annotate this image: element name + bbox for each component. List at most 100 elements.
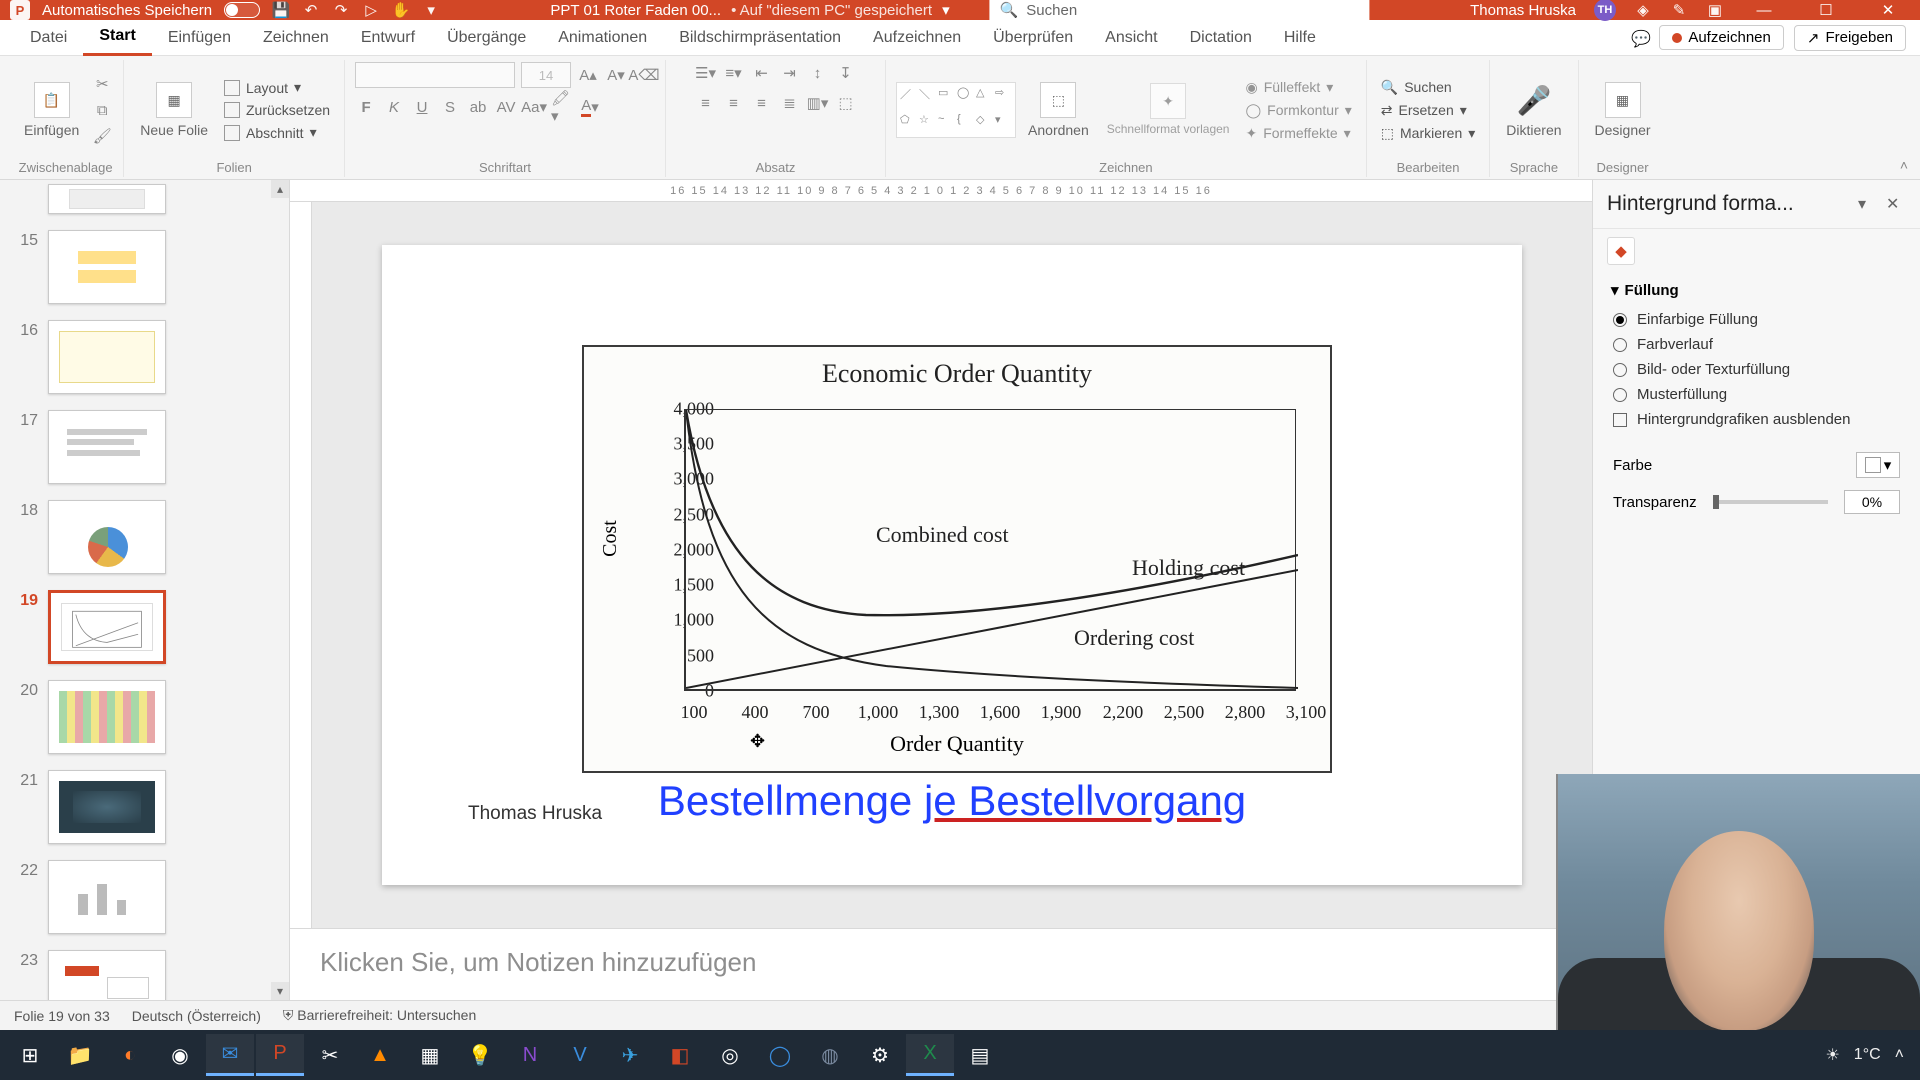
taskbar-settings[interactable]: ⚙	[856, 1034, 904, 1076]
thumb-23[interactable]	[48, 950, 166, 1000]
justify-icon[interactable]: ≣	[779, 92, 801, 114]
touch-mode-icon[interactable]: ✋	[392, 1, 410, 19]
tab-aufzeichnen[interactable]: Aufzeichnen	[857, 20, 977, 56]
taskbar-snip[interactable]: ✂	[306, 1034, 354, 1076]
tab-entwurf[interactable]: Entwurf	[345, 20, 431, 56]
tab-zeichnen[interactable]: Zeichnen	[247, 20, 345, 56]
bullets-icon[interactable]: ☰▾	[695, 62, 717, 84]
reset-button[interactable]: Zurücksetzen	[220, 101, 334, 119]
numbering-icon[interactable]: ≡▾	[723, 62, 745, 84]
filename-dropdown-icon[interactable]: ▾	[942, 1, 950, 19]
window-icon[interactable]: ▣	[1706, 1, 1724, 19]
paste-button[interactable]: 📋Einfügen	[18, 80, 85, 140]
underline-button[interactable]: U	[411, 96, 433, 118]
tab-ueberpruefen[interactable]: Überprüfen	[977, 20, 1089, 56]
highlight-icon[interactable]: 🖍▾	[551, 96, 573, 118]
taskbar-explorer[interactable]: 📁	[56, 1034, 104, 1076]
thumb-16[interactable]	[48, 320, 166, 394]
taskbar-excel[interactable]: X	[906, 1034, 954, 1076]
opt-pattern[interactable]: Musterfüllung	[1611, 382, 1902, 407]
filename[interactable]: PPT 01 Roter Faden 00...	[550, 2, 721, 19]
qat-more-icon[interactable]: ▾	[422, 1, 440, 19]
cut-icon[interactable]: ✂	[91, 73, 113, 95]
taskbar-chrome[interactable]: ◉	[156, 1034, 204, 1076]
dictate-button[interactable]: 🎤Diktieren	[1500, 80, 1567, 140]
align-left-icon[interactable]: ≡	[695, 92, 717, 114]
minimize-button[interactable]: —	[1742, 2, 1786, 19]
thumb-scroll-up[interactable]: ▴	[271, 180, 289, 198]
find-button[interactable]: 🔍Suchen	[1377, 78, 1480, 97]
select-button[interactable]: ⬚Markieren▾	[1377, 124, 1480, 143]
tab-bildschirm[interactable]: Bildschirmpräsentation	[663, 20, 857, 56]
taskbar-pdf[interactable]: ◧	[656, 1034, 704, 1076]
share-button[interactable]: ↗Freigeben	[1794, 25, 1906, 51]
start-button[interactable]: ⊞	[6, 1034, 54, 1076]
opt-hide-bg[interactable]: Hintergrundgrafiken ausblenden	[1611, 407, 1902, 432]
tab-start[interactable]: Start	[83, 20, 151, 56]
opt-picture[interactable]: Bild- oder Texturfüllung	[1611, 357, 1902, 382]
tab-dictation[interactable]: Dictation	[1174, 20, 1268, 56]
thumb-17[interactable]	[48, 410, 166, 484]
shadow-button[interactable]: ab	[467, 96, 489, 118]
opt-gradient[interactable]: Farbverlauf	[1611, 332, 1902, 357]
avatar[interactable]: TH	[1594, 0, 1616, 21]
taskbar-firefox[interactable]: ◐	[106, 1034, 154, 1076]
undo-icon[interactable]: ↶	[302, 1, 320, 19]
new-slide-button[interactable]: ▦Neue Folie	[134, 80, 214, 140]
shrink-font-icon[interactable]: A▾	[605, 64, 627, 86]
shape-effects-button[interactable]: ✦Formeffekte▾	[1241, 124, 1355, 143]
font-family-select[interactable]	[355, 62, 515, 88]
tab-hilfe[interactable]: Hilfe	[1268, 20, 1332, 56]
tab-uebergaenge[interactable]: Übergänge	[431, 20, 542, 56]
tab-ansicht[interactable]: Ansicht	[1089, 20, 1173, 56]
strike-button[interactable]: S	[439, 96, 461, 118]
taskbar-app3[interactable]: ◍	[806, 1034, 854, 1076]
taskbar-app2[interactable]: 💡	[456, 1034, 504, 1076]
thumb-20[interactable]	[48, 680, 166, 754]
outdent-icon[interactable]: ⇤	[751, 62, 773, 84]
thumb-18[interactable]	[48, 500, 166, 574]
close-button[interactable]: ✕	[1866, 1, 1910, 19]
arrange-button[interactable]: ⬚Anordnen	[1022, 80, 1095, 140]
maximize-button[interactable]: ☐	[1804, 1, 1848, 19]
record-button[interactable]: Aufzeichnen	[1659, 25, 1784, 50]
layout-button[interactable]: Layout▾	[220, 78, 334, 97]
status-lang[interactable]: Deutsch (Österreich)	[132, 1008, 261, 1024]
designer-button[interactable]: ▦Designer	[1589, 80, 1657, 140]
thumb-22[interactable]	[48, 860, 166, 934]
indent-icon[interactable]: ⇥	[779, 62, 801, 84]
thumb-21[interactable]	[48, 770, 166, 844]
comments-icon[interactable]: 💬	[1631, 29, 1649, 47]
opt-solid-fill[interactable]: Einfarbige Füllung	[1611, 307, 1902, 332]
taskbar-circle[interactable]: ◯	[756, 1034, 804, 1076]
tray-weather-icon[interactable]: ☀	[1825, 1045, 1839, 1065]
grow-font-icon[interactable]: A▴	[577, 64, 599, 86]
status-access[interactable]: ⛨ Barrierefreiheit: Untersuchen	[283, 1007, 476, 1024]
pane-dropdown-icon[interactable]: ▾	[1858, 194, 1878, 214]
columns-icon[interactable]: ▥▾	[807, 92, 829, 114]
copy-icon[interactable]: ⧉	[91, 99, 113, 121]
quickstyles-button[interactable]: ✦Schnellformat vorlagen	[1101, 81, 1236, 138]
shape-outline-button[interactable]: ◯Formkontur▾	[1241, 101, 1355, 120]
taskbar-visio[interactable]: V	[556, 1034, 604, 1076]
smartart-icon[interactable]: ⬚	[835, 92, 857, 114]
thumb-19[interactable]	[48, 590, 166, 664]
shape-fill-button[interactable]: ◉Fülleffekt▾	[1241, 78, 1355, 97]
save-icon[interactable]: 💾	[272, 1, 290, 19]
italic-button[interactable]: K	[383, 96, 405, 118]
taskbar-onenote[interactable]: N	[506, 1034, 554, 1076]
tray-chevron-up-icon[interactable]: ˄	[1895, 1046, 1904, 1064]
change-case-icon[interactable]: Aa▾	[523, 96, 545, 118]
transparency-value[interactable]: 0%	[1844, 490, 1900, 514]
slide-author[interactable]: Thomas Hruska	[468, 803, 602, 825]
format-painter-icon[interactable]: 🖌	[91, 125, 113, 147]
notes-placeholder[interactable]: Klicken Sie, um Notizen hinzuzufügen	[290, 928, 1592, 1000]
taskbar-obs[interactable]: ◎	[706, 1034, 754, 1076]
taskbar-telegram[interactable]: ✈	[606, 1034, 654, 1076]
taskbar-powerpoint[interactable]: P	[256, 1034, 304, 1076]
chart-image[interactable]: Economic Order Quantity Cost 4,000 3,500…	[582, 345, 1332, 773]
thumb-15[interactable]	[48, 230, 166, 304]
transparency-slider[interactable]	[1713, 500, 1828, 504]
align-center-icon[interactable]: ≡	[723, 92, 745, 114]
taskbar-app4[interactable]: ▤	[956, 1034, 1004, 1076]
